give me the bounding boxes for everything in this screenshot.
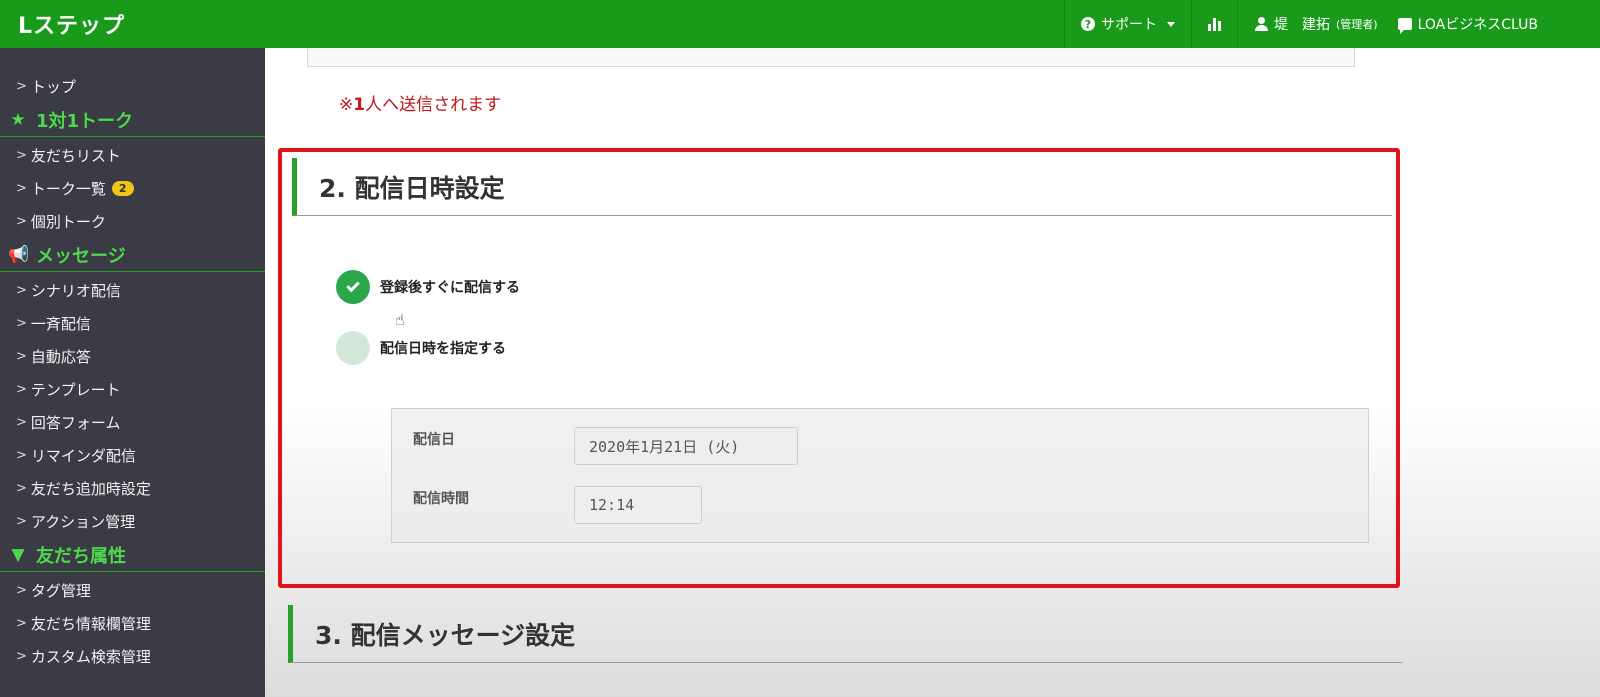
radio-unchecked-icon[interactable] [336, 331, 370, 365]
sidebar-item-friend-add[interactable]: > 友だち追加時設定 [0, 472, 265, 505]
sidebar-heading-message: 📢 メッセージ [0, 238, 265, 272]
chevron-right-icon: > [16, 283, 27, 298]
sidebar-item-action[interactable]: > アクション管理 [0, 505, 265, 538]
chat-icon [1397, 18, 1412, 34]
radio-checked-icon[interactable] [336, 270, 370, 304]
caret-down-icon [1167, 21, 1175, 27]
sidebar-item-custom-search[interactable]: > カスタム検索管理 [0, 640, 265, 673]
sidebar-item-talk-list[interactable]: > トーク一覧 2 [0, 172, 265, 205]
sidebar-item-friends-list[interactable]: > 友だちリスト [0, 139, 265, 172]
sidebar-item-individual-talk[interactable]: > 個別トーク [0, 205, 265, 238]
section-title-datetime: 2. 配信日時設定 [292, 158, 1392, 216]
sidebar-item-form[interactable]: > 回答フォーム [0, 406, 265, 439]
date-input[interactable]: 2020年1月21日 (火) [574, 427, 798, 465]
time-label: 配信時間 [413, 491, 469, 507]
chevron-right-icon: > [16, 649, 27, 664]
club-link[interactable]: LOAビジネスCLUB [1394, 0, 1554, 48]
sidebar-item-template[interactable]: > テンプレート [0, 373, 265, 406]
section-title-message: 3. 配信メッセージ設定 [288, 605, 1402, 663]
sidebar-heading-talk: ★ 1対1トーク [0, 103, 265, 137]
chevron-right-icon: > [16, 583, 27, 598]
stats-button[interactable] [1191, 0, 1237, 48]
user-role: (管理者) [1336, 18, 1378, 31]
option-schedule[interactable]: 配信日時を指定する [336, 331, 506, 365]
main-content: ※1人へ送信されます 2. 配信日時設定 登録後すぐに配信する ☝ 配信日時を指… [265, 48, 1600, 697]
sidebar-heading-attributes: ▼ 友だち属性 [0, 538, 265, 572]
schedule-form: 配信日 2020年1月21日 (火) 配信時間 12:14 [391, 408, 1369, 543]
sidebar-item-tags[interactable]: > タグ管理 [0, 574, 265, 607]
chevron-right-icon: > [16, 448, 27, 463]
chevron-right-icon: > [16, 214, 27, 229]
support-menu[interactable]: ? サポート [1064, 0, 1191, 48]
unread-badge: 2 [111, 181, 134, 196]
sidebar-item-friend-info[interactable]: > 友だち情報欄管理 [0, 607, 265, 640]
club-label: LOAビジネスCLUB [1417, 17, 1538, 33]
brand-logo[interactable]: Lステップ [0, 8, 1064, 40]
support-label: サポート [1101, 17, 1157, 33]
option-schedule-label: 配信日時を指定する [380, 341, 506, 357]
chevron-right-icon: > [16, 349, 27, 364]
time-input[interactable]: 12:14 [574, 486, 702, 524]
chevron-right-icon: > [16, 481, 27, 496]
recipient-notice: ※1人へ送信されます [339, 95, 502, 115]
bar-chart-icon [1208, 17, 1221, 31]
sidebar-item-reminder[interactable]: > リマインダ配信 [0, 439, 265, 472]
chevron-right-icon: > [16, 382, 27, 397]
hand-cursor-icon: ☝ [395, 310, 405, 329]
sidebar-item-broadcast[interactable]: > 一斉配信 [0, 307, 265, 340]
chevron-right-icon: > [16, 514, 27, 529]
previous-panel [307, 48, 1355, 67]
chevron-right-icon: > [16, 148, 27, 163]
sidebar: > トップ ★ 1対1トーク > 友だちリスト > トーク一覧 2 > 個別トーク 📢 メッセ… [0, 48, 265, 697]
star-icon: ★ [10, 109, 26, 130]
chevron-right-icon: > [16, 415, 27, 430]
question-icon: ? [1081, 17, 1095, 31]
user-name: 堤 建拓 [1274, 17, 1330, 33]
user-menu[interactable]: 堤 建拓 (管理者) [1237, 0, 1394, 48]
megaphone-icon: 📢 [8, 244, 30, 265]
top-navbar: Lステップ ? サポート 堤 建拓 (管理者) LOAビジネスCLUB [0, 0, 1600, 48]
chevron-right-icon: > [16, 181, 27, 196]
option-immediate-label: 登録後すぐに配信する [380, 280, 520, 296]
sidebar-item-top[interactable]: > トップ [0, 70, 265, 103]
delivery-datetime-section: 2. 配信日時設定 登録後すぐに配信する ☝ 配信日時を指定する 配信日 202… [278, 148, 1400, 588]
chevron-right-icon: > [16, 616, 27, 631]
sidebar-item-auto-reply[interactable]: > 自動応答 [0, 340, 265, 373]
date-label: 配信日 [413, 432, 455, 448]
option-immediate[interactable]: 登録後すぐに配信する [336, 270, 520, 304]
chevron-right-icon: > [16, 79, 27, 94]
user-icon [1254, 17, 1268, 31]
sidebar-item-scenario[interactable]: > シナリオ配信 [0, 274, 265, 307]
check-icon [346, 278, 360, 293]
chevron-right-icon: > [16, 316, 27, 331]
filter-icon: ▼ [11, 544, 25, 565]
